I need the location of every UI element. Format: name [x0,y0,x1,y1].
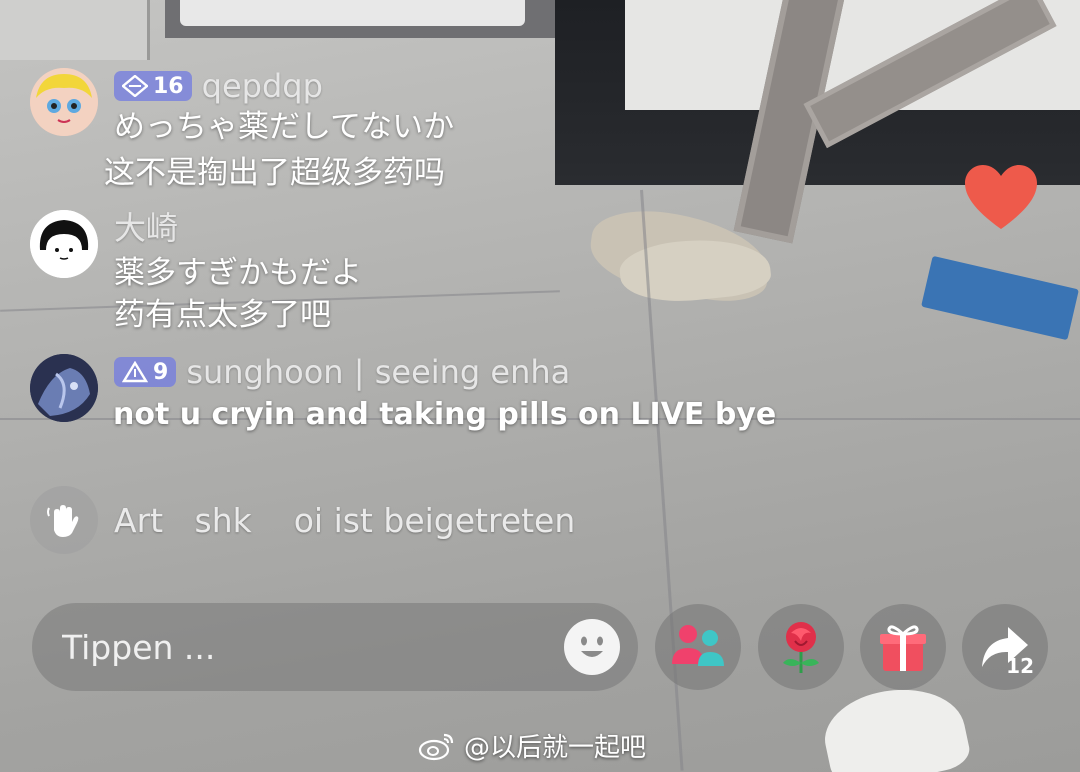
rose-button[interactable] [758,604,844,690]
comment-item[interactable]: 9 sunghoon | seeing enha not u cryin and… [30,354,776,440]
rose-icon [783,622,819,673]
multi-guest-button[interactable] [655,604,741,690]
comment-input-bar[interactable] [32,603,638,691]
username[interactable]: sunghoon | seeing enha [186,354,570,390]
comment-item[interactable]: 16 qepdqp めっちゃ薬だしてないか 这不是掏出了超级多药吗 [30,68,454,196]
blue-card [921,255,1079,341]
level-badge: 9 [114,357,177,387]
comment-text: 薬多すぎかもだよ [114,255,362,291]
diamond-icon [122,75,148,97]
watermark: @以后就一起吧 [418,727,646,764]
comment-input[interactable] [62,627,542,667]
wave-icon [30,486,98,554]
share-button[interactable]: 12 [962,604,1048,690]
gift-icon [880,625,926,671]
gift-button[interactable] [860,604,946,690]
level-number: 16 [153,73,184,99]
multi-guest-icon [672,625,724,666]
comment-item[interactable]: 大崎 薬多すぎかもだよ 药有点太多了吧 [30,210,362,338]
triangle-badge-icon [122,361,148,383]
share-count: 12 [1006,654,1034,678]
avatar[interactable] [30,354,98,422]
watermark-text: @以后就一起吧 [464,733,647,763]
join-notice: Art shk oi ist beigetreten [30,486,575,554]
username[interactable]: qepdqp [202,68,323,104]
avatar[interactable] [30,68,98,136]
join-text: Art shk oi ist beigetreten [114,500,576,540]
cloth [817,676,973,772]
shelf-inner [180,0,525,26]
cabinet [0,0,150,60]
level-badge: 16 [114,71,192,101]
avatar[interactable] [30,210,98,278]
comment-text: 药有点太多了吧 [114,297,331,333]
heart-icon [965,165,1037,229]
comment-text: not u cryin and taking pills on LIVE bye [113,397,777,432]
emoji-icon[interactable] [564,619,620,675]
comment-text: めっちゃ薬だしてないか [114,109,455,145]
comment-text: 这不是掏出了超级多药吗 [104,155,445,191]
username[interactable]: 大崎 [114,210,178,246]
weibo-icon [418,733,454,760]
level-number: 9 [153,359,169,385]
